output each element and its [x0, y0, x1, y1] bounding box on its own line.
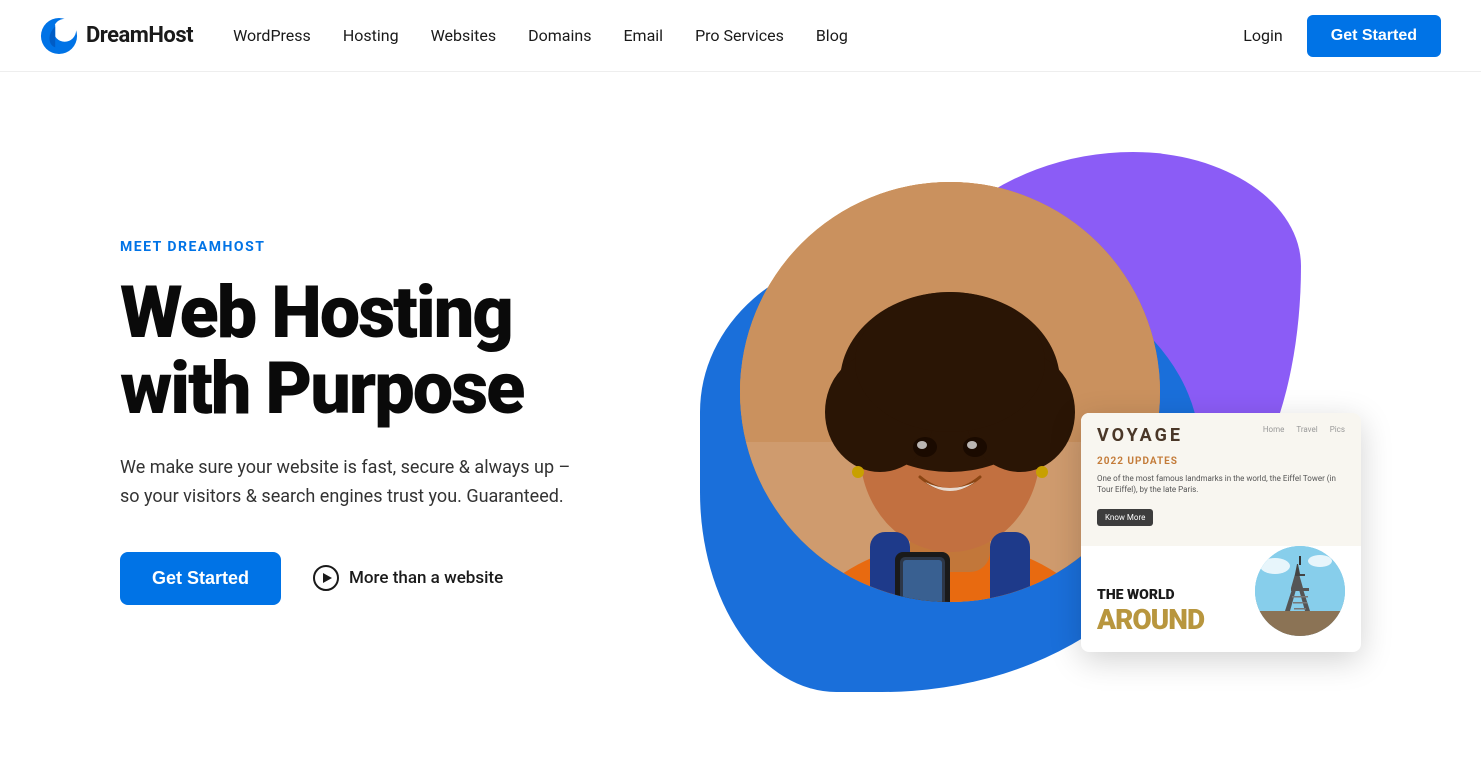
card-header: VOYAGE Home Travel Pics 2022 UPDATES One…: [1081, 413, 1361, 546]
login-link[interactable]: Login: [1243, 26, 1282, 45]
hero-title-line2: with Purpose: [120, 346, 523, 431]
hero-eyebrow: MEET DREAMHOST: [120, 239, 680, 255]
hero-title-line1: Web Hosting: [120, 270, 512, 355]
hero-section: MEET DREAMHOST Web Hosting with Purpose …: [0, 72, 1481, 772]
hero-content: MEET DREAMHOST Web Hosting with Purpose …: [120, 239, 680, 605]
nav-websites[interactable]: Websites: [431, 26, 497, 45]
hero-title: Web Hosting with Purpose: [120, 275, 680, 426]
navbar: DreamHost WordPress Hosting Websites Dom…: [0, 0, 1481, 72]
nav-get-started-button[interactable]: Get Started: [1307, 15, 1441, 57]
nav-right: Login Get Started: [1243, 15, 1441, 57]
card-eiffel-image: [1255, 546, 1345, 636]
card-know-more-btn: Know More: [1097, 509, 1153, 526]
hero-subtitle: We make sure your website is fast, secur…: [120, 454, 600, 512]
play-triangle: [323, 573, 332, 583]
more-than-link[interactable]: More than a website: [313, 565, 503, 591]
brand-name: DreamHost: [86, 23, 193, 48]
card-world-section: THE WORLD AROUND: [1097, 588, 1243, 636]
nav-email[interactable]: Email: [623, 26, 663, 45]
card-world-text: THE WORLD: [1097, 588, 1243, 603]
card-brand: VOYAGE: [1097, 425, 1183, 446]
card-updates-label: 2022 UPDATES: [1097, 456, 1345, 467]
more-than-label: More than a website: [349, 568, 503, 588]
nav-links: WordPress Hosting Websites Domains Email…: [233, 26, 1243, 45]
nav-pro-services[interactable]: Pro Services: [695, 26, 784, 45]
card-body-text: One of the most famous landmarks in the …: [1097, 473, 1345, 495]
card-image-section: THE WORLD AROUND: [1081, 546, 1361, 652]
card-world-around: AROUND: [1097, 603, 1243, 636]
eiffel-svg: [1255, 546, 1345, 636]
hero-get-started-button[interactable]: Get Started: [120, 552, 281, 605]
card-nav: Home Travel Pics: [1263, 425, 1345, 434]
card-nav-home: Home: [1263, 425, 1285, 434]
card-nav-pics: Pics: [1330, 425, 1345, 434]
nav-blog[interactable]: Blog: [816, 26, 848, 45]
nav-hosting[interactable]: Hosting: [343, 26, 399, 45]
nav-wordpress[interactable]: WordPress: [233, 26, 311, 45]
play-icon: [313, 565, 339, 591]
card-nav-travel: Travel: [1296, 425, 1317, 434]
dreamhost-logo-icon: [40, 17, 78, 55]
hero-visual: VOYAGE Home Travel Pics 2022 UPDATES One…: [680, 132, 1361, 712]
hero-actions: Get Started More than a website: [120, 552, 680, 605]
website-preview-card: VOYAGE Home Travel Pics 2022 UPDATES One…: [1081, 413, 1361, 652]
logo[interactable]: DreamHost: [40, 17, 193, 55]
nav-domains[interactable]: Domains: [528, 26, 591, 45]
